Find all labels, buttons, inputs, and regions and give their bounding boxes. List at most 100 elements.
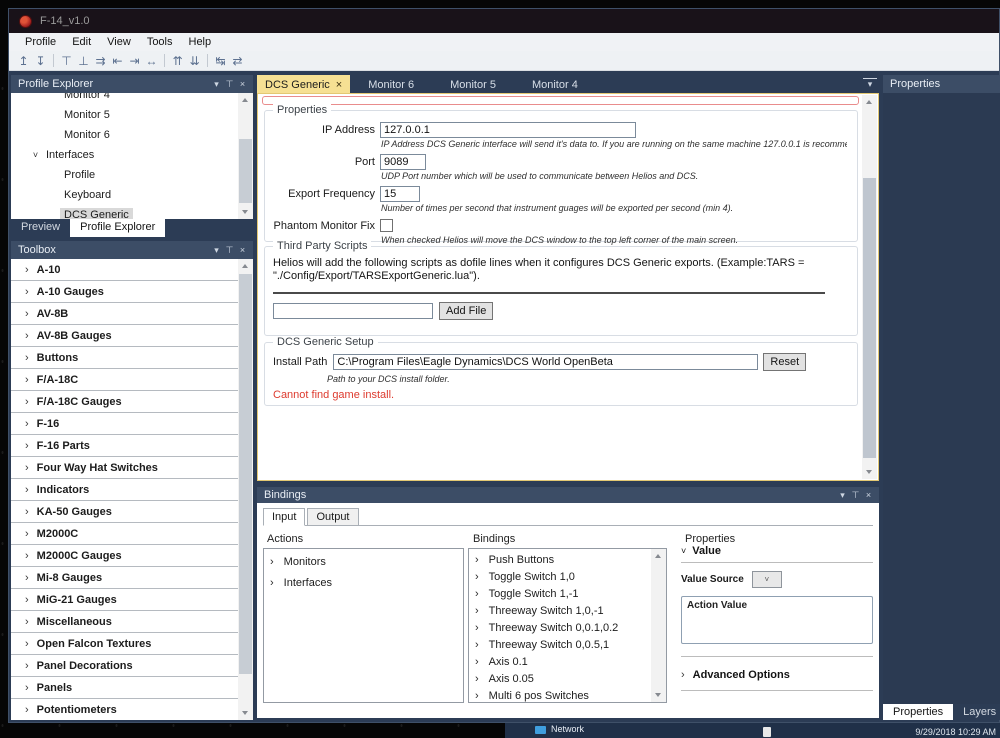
toolbox-category[interactable]: Mi-8 Gauges: [11, 567, 238, 589]
toolbox-category[interactable]: AV-8B Gauges: [11, 325, 238, 347]
toolbox-category[interactable]: Potentiometers: [11, 699, 238, 720]
binding-tree-item[interactable]: Axis 0.05: [469, 670, 651, 687]
reset-button[interactable]: Reset: [763, 353, 807, 371]
document-scrollbar[interactable]: [862, 95, 877, 479]
menu-item[interactable]: Edit: [64, 36, 99, 48]
tree-item[interactable]: DCS Generic: [11, 205, 238, 219]
toolbox-category[interactable]: F-16: [11, 413, 238, 435]
align-bottom-icon[interactable]: ⊥: [75, 53, 92, 69]
collapse-panel-icon[interactable]: ▾: [210, 79, 223, 90]
binding-tree-item[interactable]: Toggle Switch 1,-1: [469, 585, 651, 602]
toolbox-category[interactable]: M2000C Gauges: [11, 545, 238, 567]
actions-tree-item[interactable]: Monitors: [264, 551, 448, 572]
tree-item[interactable]: Monitor 4: [11, 93, 238, 105]
profile-tree-scrollbar[interactable]: [238, 93, 253, 219]
tree-item[interactable]: Keyboard: [11, 185, 238, 205]
align-top-icon[interactable]: ⊤: [58, 53, 75, 69]
add-file-button[interactable]: Add File: [439, 302, 494, 320]
toolbar-icon[interactable]: [207, 54, 208, 67]
tree-item[interactable]: Monitor 6: [11, 125, 238, 145]
pin-icon[interactable]: ⊤: [223, 245, 236, 256]
collapse-panel-icon[interactable]: ▾: [836, 490, 849, 501]
scroll-down-icon[interactable]: [651, 688, 666, 702]
snap-down-icon[interactable]: ↧: [32, 53, 49, 69]
pin-icon[interactable]: ⊤: [849, 490, 862, 501]
menu-item[interactable]: Help: [181, 36, 220, 48]
toolbar-icon[interactable]: [164, 54, 165, 67]
document-tab[interactable]: Monitor 5: [432, 75, 514, 93]
port-field[interactable]: [380, 153, 426, 170]
document-tab[interactable]: Monitor 6: [350, 75, 432, 93]
toolbox-category[interactable]: Four Way Hat Switches: [11, 457, 238, 479]
close-icon[interactable]: ×: [862, 490, 875, 500]
scroll-down-icon[interactable]: [238, 205, 253, 219]
menu-item[interactable]: View: [99, 36, 139, 48]
pin-icon[interactable]: ⊤: [223, 79, 236, 90]
binding-tree-item[interactable]: Threeway Switch 0,0.5,1: [469, 636, 651, 653]
distribute-horizontal-icon[interactable]: ⇉: [92, 53, 109, 69]
binding-tree-item[interactable]: Multi 6 pos Switches: [469, 687, 651, 704]
scroll-down-icon[interactable]: [238, 706, 253, 720]
close-tab-icon[interactable]: [336, 79, 342, 91]
advanced-options-header[interactable]: Advanced Options: [681, 665, 873, 685]
bindings-tab[interactable]: Input: [263, 508, 306, 526]
bindings-list-scrollbar[interactable]: [651, 549, 666, 702]
toolbox-category[interactable]: Panel Decorations: [11, 655, 238, 677]
tree-item[interactable]: Interfaces: [11, 145, 238, 165]
bindings-tab[interactable]: Output: [307, 508, 359, 525]
toolbox-category[interactable]: M2000C: [11, 523, 238, 545]
toolbox-category[interactable]: Panels: [11, 677, 238, 699]
document-tab[interactable]: DCS Generic: [257, 75, 351, 93]
document-tab[interactable]: Monitor 4: [514, 75, 596, 93]
tree-item[interactable]: Monitor 5: [11, 105, 238, 125]
align-left-icon[interactable]: ⇤: [109, 53, 126, 69]
match-height-icon[interactable]: ⇄: [229, 53, 246, 69]
snap-up-icon[interactable]: ↥: [15, 53, 32, 69]
phantom-monitor-fix-checkbox[interactable]: [380, 219, 393, 232]
toolbox-category[interactable]: Miscellaneous: [11, 611, 238, 633]
menu-item[interactable]: Tools: [139, 36, 181, 48]
toolbox-category[interactable]: F-16 Parts: [11, 435, 238, 457]
toolbox-category[interactable]: F/A-18C: [11, 369, 238, 391]
space-evenly-horizontal-icon[interactable]: ⇊: [186, 53, 203, 69]
toolbox-category[interactable]: F/A-18C Gauges: [11, 391, 238, 413]
explorer-tab[interactable]: Preview: [11, 219, 70, 237]
toolbox-category[interactable]: MiG-21 Gauges: [11, 589, 238, 611]
close-icon[interactable]: ×: [236, 245, 249, 255]
binding-tree-item[interactable]: Threeway Switch 0,0.1,0.2: [469, 619, 651, 636]
toolbox-category[interactable]: Open Falcon Textures: [11, 633, 238, 655]
binding-tree-item[interactable]: Axis 0.1: [469, 653, 651, 670]
script-file-input[interactable]: [273, 303, 433, 319]
toolbox-category[interactable]: KA-50 Gauges: [11, 501, 238, 523]
menu-item[interactable]: Profile: [17, 36, 64, 48]
match-width-icon[interactable]: ↹: [212, 53, 229, 69]
toolbox-category[interactable]: A-10 Gauges: [11, 281, 238, 303]
chevron-down-icon[interactable]: [29, 150, 42, 160]
ip-address-field[interactable]: [380, 121, 636, 138]
install-path-field[interactable]: [333, 354, 759, 370]
value-section-header[interactable]: Value: [681, 545, 873, 557]
tab-overflow-icon[interactable]: ▾: [863, 78, 877, 90]
scroll-down-icon[interactable]: [862, 465, 877, 479]
scrollbar-thumb[interactable]: [239, 274, 252, 674]
right-panel-tab[interactable]: Layers: [953, 704, 1000, 720]
binding-tree-item[interactable]: Push Buttons: [469, 551, 651, 568]
explorer-tab[interactable]: Profile Explorer: [70, 219, 166, 237]
close-icon[interactable]: ×: [236, 79, 249, 89]
right-panel-tab[interactable]: Properties: [883, 704, 954, 720]
collapse-panel-icon[interactable]: ▾: [210, 245, 223, 256]
action-value-box[interactable]: Action Value: [681, 596, 873, 644]
toolbox-category[interactable]: Indicators: [11, 479, 238, 501]
binding-tree-item[interactable]: Threeway Switch 1,0,-1: [469, 602, 651, 619]
scroll-up-icon[interactable]: [651, 549, 666, 563]
toolbar-icon[interactable]: [53, 54, 54, 67]
align-center-icon[interactable]: ↔: [143, 53, 160, 69]
align-right-icon[interactable]: ⇥: [126, 53, 143, 69]
scrollbar-thumb[interactable]: [239, 139, 252, 203]
toolbox-category[interactable]: A-10: [11, 259, 238, 281]
tree-item[interactable]: Profile: [11, 165, 238, 185]
scrollbar-thumb[interactable]: [863, 178, 876, 458]
toolbox-scrollbar[interactable]: [238, 259, 253, 720]
toolbox-category[interactable]: Buttons: [11, 347, 238, 369]
toolbox-category[interactable]: AV-8B: [11, 303, 238, 325]
